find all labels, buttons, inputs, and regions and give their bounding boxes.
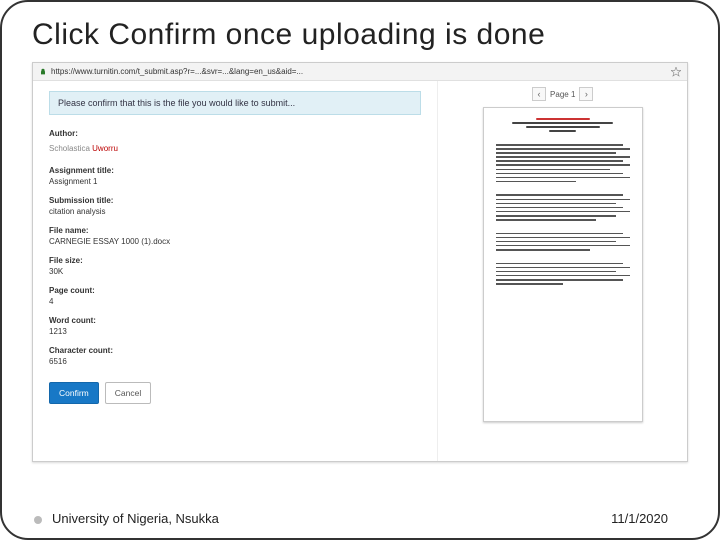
confirm-button[interactable]: Confirm <box>49 382 99 404</box>
submission-title-label: Submission title: <box>49 196 421 205</box>
charcount-value: 6516 <box>49 357 421 366</box>
url-bar: https://www.turnitin.com/t_submit.asp?r=… <box>33 63 687 81</box>
document-preview <box>483 107 643 422</box>
browser-window: https://www.turnitin.com/t_submit.asp?r=… <box>32 62 688 462</box>
pager: ‹ Page 1 › <box>532 87 593 101</box>
doc-paragraph <box>496 144 630 182</box>
assignment-label: Assignment title: <box>49 166 421 175</box>
pagecount-label: Page count: <box>49 286 421 295</box>
slide-footer: University of Nigeria, Nsukka 11/1/2020 <box>52 511 668 526</box>
bookmark-star-icon[interactable] <box>671 67 681 77</box>
doc-paragraph <box>496 194 630 220</box>
filesize-value: 30K <box>49 267 421 276</box>
wordcount-value: 1213 <box>49 327 421 336</box>
author-row: Author: Scholastica Uworru <box>49 129 421 156</box>
author-label: Author: <box>49 129 421 138</box>
prev-page-button[interactable]: ‹ <box>532 87 546 101</box>
assignment-value: Assignment 1 <box>49 177 421 186</box>
slide-number-dot <box>34 516 42 524</box>
submission-title-value: citation analysis <box>49 207 421 216</box>
doc-heading <box>496 118 630 132</box>
pagecount-value: 4 <box>49 297 421 306</box>
cancel-button[interactable]: Cancel <box>105 382 151 404</box>
action-buttons: Confirm Cancel <box>49 382 421 404</box>
filename-label: File name: <box>49 226 421 235</box>
pagecount-row: Page count: 4 <box>49 286 421 306</box>
author-value: Scholastica Uworru <box>49 144 118 153</box>
wordcount-label: Word count: <box>49 316 421 325</box>
submission-title-row: Submission title: citation analysis <box>49 196 421 216</box>
filename-row: File name: CARNEGIE ESSAY 1000 (1).docx <box>49 226 421 246</box>
preview-pane: ‹ Page 1 › <box>438 81 687 461</box>
page-body: Please confirm that this is the file you… <box>33 81 687 461</box>
doc-paragraph <box>496 233 630 251</box>
page-indicator: Page 1 <box>550 90 575 99</box>
charcount-row: Character count: 6516 <box>49 346 421 366</box>
doc-paragraph <box>496 263 630 285</box>
filesize-row: File size: 30K <box>49 256 421 276</box>
assignment-row: Assignment title: Assignment 1 <box>49 166 421 186</box>
submission-details: Please confirm that this is the file you… <box>33 81 438 461</box>
confirm-alert: Please confirm that this is the file you… <box>49 91 421 115</box>
footer-right: 11/1/2020 <box>611 511 668 526</box>
charcount-label: Character count: <box>49 346 421 355</box>
footer-left: University of Nigeria, Nsukka <box>52 511 219 526</box>
filesize-label: File size: <box>49 256 421 265</box>
slide-frame: Click Confirm once uploading is done htt… <box>0 0 720 540</box>
lock-icon <box>39 68 47 76</box>
next-page-button[interactable]: › <box>579 87 593 101</box>
slide-title: Click Confirm once uploading is done <box>32 18 688 52</box>
url-text: https://www.turnitin.com/t_submit.asp?r=… <box>51 67 667 76</box>
wordcount-row: Word count: 1213 <box>49 316 421 336</box>
filename-value: CARNEGIE ESSAY 1000 (1).docx <box>49 237 421 246</box>
